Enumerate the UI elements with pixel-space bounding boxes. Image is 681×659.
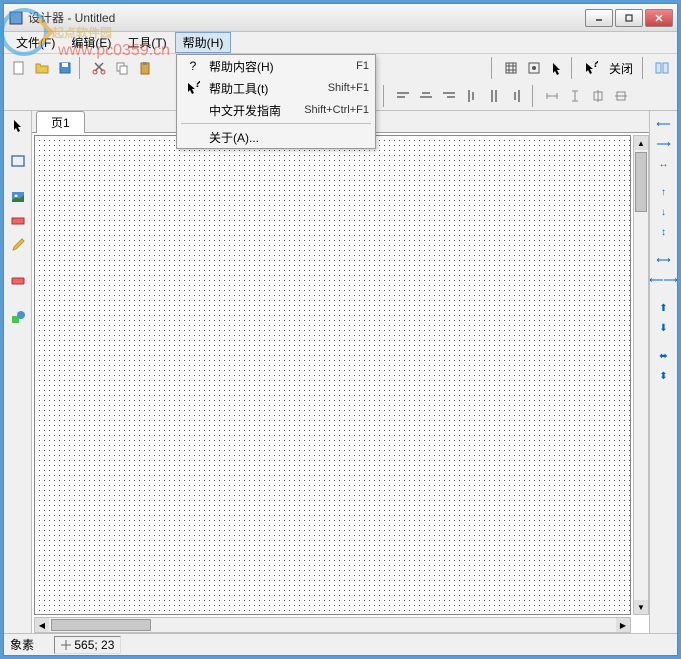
- horizontal-scrollbar[interactable]: ◀ ▶: [34, 617, 631, 633]
- help-about-item[interactable]: 关于(A)...: [177, 126, 375, 148]
- align-center-v-tool[interactable]: ↕: [654, 223, 674, 241]
- snap-button[interactable]: [523, 57, 545, 79]
- help-guide-item[interactable]: 中文开发指南 Shift+Ctrl+F1: [177, 99, 375, 121]
- copy-button[interactable]: [111, 57, 133, 79]
- tab-page1[interactable]: 页1: [36, 111, 85, 133]
- align-bottom-tool[interactable]: ↓: [654, 203, 674, 221]
- canvas-area: 页1 ▲ ▼ ◀ ▶: [32, 111, 649, 633]
- minimize-button[interactable]: [585, 9, 613, 27]
- menu-tools[interactable]: 工具(T): [119, 32, 174, 53]
- close-button[interactable]: [645, 9, 673, 27]
- edit-tool[interactable]: [8, 235, 28, 255]
- app-window: 设计器 - Untitled 文件(F) 编辑(E) 工具(T) 帮助(H) ?…: [3, 3, 678, 656]
- right-toolbox: ⟵ ⟶ ↔ ↑ ↓ ↕ ⟷ ⟵⟶ ⬆ ⬇ ⬌ ⬍: [649, 111, 677, 633]
- align-button-3[interactable]: [438, 85, 460, 107]
- bring-front-tool[interactable]: ⬆: [654, 299, 674, 317]
- paste-button[interactable]: [134, 57, 156, 79]
- help-tool-item[interactable]: ? 帮助工具(t) Shift+F1: [177, 77, 375, 99]
- align-left-tool[interactable]: ⟵: [654, 115, 674, 133]
- properties-button[interactable]: [651, 57, 673, 79]
- align-button-1[interactable]: [392, 85, 414, 107]
- help-dropdown: ? 帮助内容(H) F1 ? 帮助工具(t) Shift+F1 中文开发指南 S…: [176, 54, 376, 149]
- svg-text:?: ?: [592, 61, 598, 70]
- scroll-thumb-v[interactable]: [635, 152, 647, 212]
- align-center-h-tool[interactable]: ↔: [654, 155, 674, 173]
- status-unit-label: 象素: [10, 636, 34, 653]
- scroll-left-icon[interactable]: ◀: [35, 618, 49, 632]
- new-button[interactable]: [8, 57, 30, 79]
- menu-separator: [181, 123, 371, 124]
- button-tool[interactable]: [8, 271, 28, 291]
- scroll-up-icon[interactable]: ▲: [634, 136, 648, 150]
- menubar: 文件(F) 编辑(E) 工具(T) 帮助(H): [4, 32, 677, 54]
- toolbar: ? 帮助内容(H) F1 ? 帮助工具(t) Shift+F1 中文开发指南 S…: [4, 54, 677, 111]
- cut-button[interactable]: [88, 57, 110, 79]
- scroll-thumb-h[interactable]: [51, 619, 151, 631]
- frame-tool[interactable]: [8, 151, 28, 171]
- maximize-button[interactable]: [615, 9, 643, 27]
- design-canvas[interactable]: [34, 135, 631, 615]
- spacing-v-button[interactable]: [564, 85, 586, 107]
- open-button[interactable]: [31, 57, 53, 79]
- distribute-h-tool[interactable]: ⬌: [654, 347, 674, 365]
- context-help-button[interactable]: ?: [580, 57, 602, 79]
- menu-help[interactable]: 帮助(H): [175, 32, 232, 53]
- spacing-h-button[interactable]: [541, 85, 563, 107]
- help-contents-item[interactable]: ? 帮助内容(H) F1: [177, 55, 375, 77]
- pointer-tool[interactable]: [8, 115, 28, 135]
- window-title: 设计器 - Untitled: [28, 9, 585, 26]
- save-button[interactable]: [54, 57, 76, 79]
- image-tool[interactable]: [8, 187, 28, 207]
- titlebar: 设计器 - Untitled: [4, 4, 677, 32]
- align-button-5[interactable]: [484, 85, 506, 107]
- center-h-button[interactable]: [587, 85, 609, 107]
- align-button-4[interactable]: [461, 85, 483, 107]
- align-top-tool[interactable]: ↑: [654, 183, 674, 201]
- same-height-tool[interactable]: ⟵⟶: [654, 271, 674, 289]
- same-width-tool[interactable]: ⟷: [654, 251, 674, 269]
- align-right-tool[interactable]: ⟶: [654, 135, 674, 153]
- status-coords: 565; 23: [54, 636, 121, 654]
- vertical-scrollbar[interactable]: ▲ ▼: [633, 135, 649, 615]
- menu-file[interactable]: 文件(F): [8, 32, 63, 53]
- send-back-tool[interactable]: ⬇: [654, 319, 674, 337]
- distribute-v-tool[interactable]: ⬍: [654, 367, 674, 385]
- grid-toggle-button[interactable]: [500, 57, 522, 79]
- scroll-down-icon[interactable]: ▼: [634, 600, 648, 614]
- menu-edit[interactable]: 编辑(E): [63, 32, 119, 53]
- left-toolbox: [4, 111, 32, 633]
- align-button-2[interactable]: [415, 85, 437, 107]
- label-tool[interactable]: [8, 211, 28, 231]
- cursor-button[interactable]: [546, 57, 568, 79]
- scroll-right-icon[interactable]: ▶: [616, 618, 630, 632]
- help-cursor-icon: ?: [183, 81, 203, 95]
- close-button-toolbar[interactable]: 关闭: [603, 58, 639, 79]
- app-icon: [8, 10, 24, 26]
- shape-tool[interactable]: [8, 307, 28, 327]
- help-icon: ?: [183, 59, 203, 73]
- center-v-button[interactable]: [610, 85, 632, 107]
- statusbar: 象素 565; 23: [4, 633, 677, 655]
- crosshair-icon: [61, 640, 71, 650]
- align-button-6[interactable]: [507, 85, 529, 107]
- svg-text:?: ?: [194, 81, 200, 90]
